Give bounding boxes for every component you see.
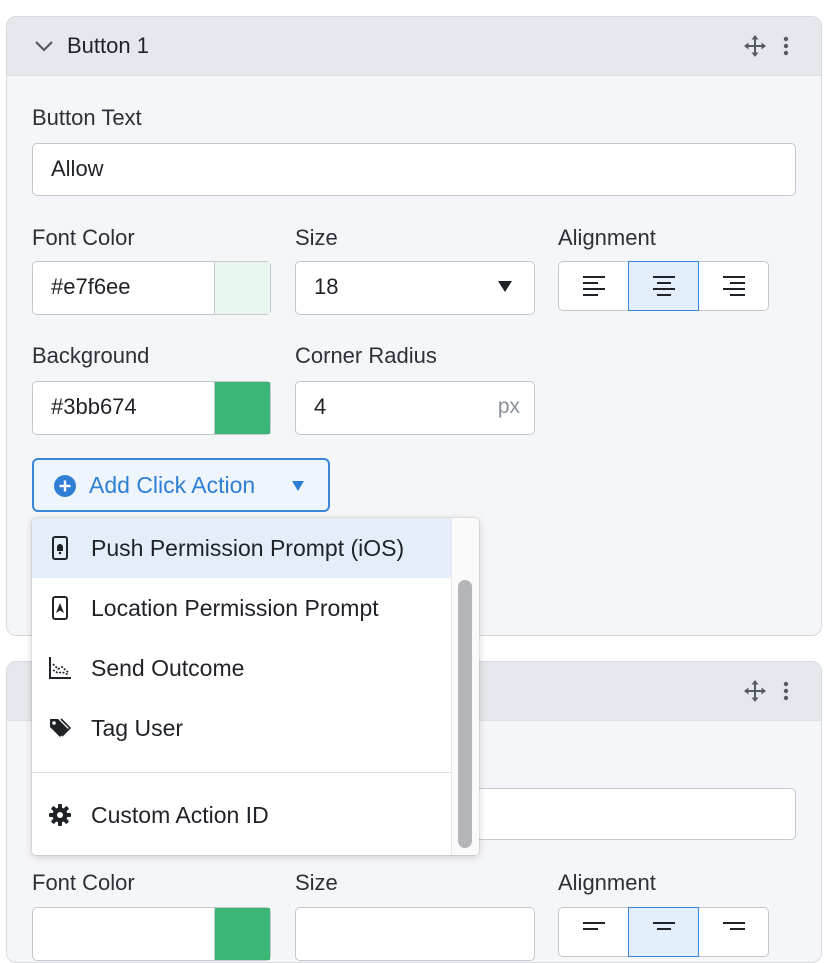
align-right-button[interactable] xyxy=(698,907,769,957)
align-center-button[interactable] xyxy=(628,907,699,957)
menu-item-custom-action-id[interactable]: Custom Action ID xyxy=(32,785,451,845)
font-color-input[interactable]: #e7f6ee xyxy=(32,261,271,315)
alignment-group xyxy=(558,261,769,311)
alignment-label: Alignment xyxy=(558,870,656,895)
align-center-icon xyxy=(652,276,675,296)
background-color-value: #3bb674 xyxy=(51,394,137,419)
font-color-input[interactable] xyxy=(32,907,271,961)
panel-title: Button 1 xyxy=(67,33,149,58)
menu-item-label: Send Outcome xyxy=(91,655,245,681)
phone-bell-icon xyxy=(52,536,68,560)
alignment-group xyxy=(558,907,769,957)
button-text-value: Allow xyxy=(51,156,104,181)
align-center-button[interactable] xyxy=(628,261,699,311)
caret-down-icon xyxy=(292,481,304,491)
alignment-label: Alignment xyxy=(558,225,656,250)
align-right-icon xyxy=(722,276,745,296)
more-vertical-icon[interactable] xyxy=(781,36,791,56)
align-right-button[interactable] xyxy=(698,261,769,311)
menu-item-label: Custom Action ID xyxy=(91,802,269,828)
font-color-label: Font Color xyxy=(32,870,135,895)
menu-divider xyxy=(32,772,451,773)
font-color-swatch[interactable] xyxy=(214,908,270,960)
corner-radius-label: Corner Radius xyxy=(295,343,437,368)
align-left-button[interactable] xyxy=(558,907,629,957)
background-label: Background xyxy=(32,343,150,368)
align-left-icon xyxy=(582,276,605,296)
chart-icon xyxy=(49,657,71,679)
font-color-swatch[interactable] xyxy=(214,262,270,314)
background-color-swatch[interactable] xyxy=(214,382,270,434)
menu-item-label: Push Permission Prompt (iOS) xyxy=(91,535,405,561)
corner-radius-input[interactable]: 4 px xyxy=(295,381,535,435)
font-color-label: Font Color xyxy=(32,225,135,250)
caret-down-icon xyxy=(498,281,512,292)
size-value: 18 xyxy=(314,274,339,299)
button-text-input[interactable]: Allow xyxy=(32,143,796,196)
chevron-down-icon[interactable] xyxy=(33,38,55,54)
menu-item-label: Tag User xyxy=(91,715,184,741)
menu-item-send-outcome[interactable]: Send Outcome xyxy=(32,638,451,698)
align-right-icon xyxy=(722,922,745,930)
phone-location-icon xyxy=(52,596,68,620)
align-left-icon xyxy=(582,922,605,930)
size-select[interactable] xyxy=(295,907,535,961)
menu-item-location-permission[interactable]: Location Permission Prompt xyxy=(32,578,451,638)
corner-radius-value: 4 xyxy=(314,394,327,419)
align-left-button[interactable] xyxy=(558,261,629,311)
click-action-menu: Push Permission Prompt (iOS) Location Pe… xyxy=(32,518,479,855)
size-select[interactable]: 18 xyxy=(295,261,535,315)
panel-header[interactable]: Button 1 xyxy=(7,17,821,76)
menu-item-label: Location Permission Prompt xyxy=(91,595,379,621)
add-click-action-button[interactable]: Add Click Action xyxy=(32,458,330,512)
add-click-action-label: Add Click Action xyxy=(89,472,256,498)
button-text-label: Button Text xyxy=(32,105,142,130)
menu-item-tag-user[interactable]: Tag User xyxy=(32,698,451,758)
plus-circle-icon xyxy=(54,475,76,497)
background-color-input[interactable]: #3bb674 xyxy=(32,381,271,435)
menu-scrollbar-thumb[interactable] xyxy=(458,580,472,848)
menu-item-push-permission[interactable]: Push Permission Prompt (iOS) xyxy=(32,518,451,578)
move-icon[interactable] xyxy=(743,34,767,58)
size-label: Size xyxy=(295,870,338,895)
corner-radius-unit: px xyxy=(497,395,520,418)
size-label: Size xyxy=(295,225,338,250)
gear-icon xyxy=(49,804,71,826)
align-center-icon xyxy=(652,922,675,930)
move-icon[interactable] xyxy=(743,679,767,703)
tag-icon xyxy=(50,718,72,737)
font-color-value: #e7f6ee xyxy=(51,274,131,299)
more-vertical-icon[interactable] xyxy=(781,681,791,701)
